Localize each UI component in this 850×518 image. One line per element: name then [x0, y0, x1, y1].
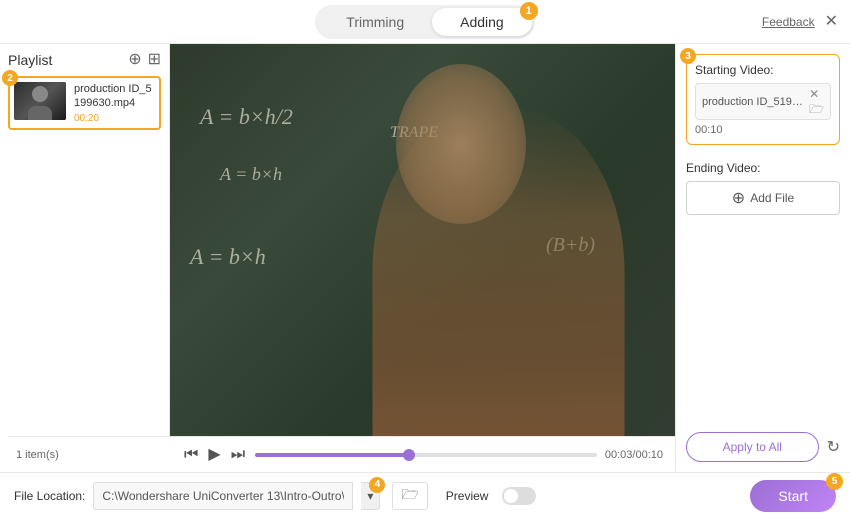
bottom-bar: File Location: ▾ 4 🗁 Preview Start 5: [0, 472, 850, 518]
file-location-input[interactable]: [93, 482, 353, 510]
starting-video-section: 3 Starting Video: production ID_5199630.…: [686, 54, 840, 145]
items-count-text: 1 item(s): [16, 449, 59, 461]
main-layout: Playlist ⊕ ⊞ production ID_5199630.mp4 0…: [0, 44, 850, 472]
plus-circle-icon: ⊕: [732, 188, 745, 208]
playlist-item-duration: 00:20: [74, 113, 155, 124]
chalk-formula-3: A = b×h: [190, 244, 266, 270]
apply-to-all-button[interactable]: Apply to All: [686, 432, 819, 462]
video-panel: A = b×h/2 A = b×h A = b×h TRAPE (B+b): [170, 44, 675, 472]
add-file-label: Add File: [750, 191, 794, 205]
playlist-item-info: production ID_5199630.mp4 00:20: [74, 82, 155, 124]
prev-frame-button[interactable]: ⏮: [182, 445, 200, 465]
starting-video-filename: production ID_5199630....: [702, 96, 805, 108]
video-frame: A = b×h/2 A = b×h A = b×h TRAPE (B+b): [170, 44, 675, 472]
starting-video-badge: 3: [680, 48, 696, 64]
playlist-badge: 2: [2, 70, 18, 86]
starting-video-file-row: production ID_5199630.... ✕ 🗁: [695, 83, 831, 120]
start-button[interactable]: Start 5: [750, 480, 836, 512]
file-location-label: File Location:: [14, 489, 85, 503]
feedback-link[interactable]: Feedback: [762, 15, 815, 29]
folder-starting-icon[interactable]: 🗁: [809, 103, 824, 115]
playlist-item-name: production ID_5199630.mp4: [74, 82, 155, 111]
right-panel: 3 Starting Video: production ID_5199630.…: [675, 44, 850, 472]
grid-add-icon[interactable]: ⊞: [148, 52, 161, 68]
playlist-thumbnail: [14, 82, 66, 120]
preview-toggle[interactable]: [502, 487, 536, 505]
items-count: 1 item(s): [8, 436, 170, 472]
ending-video-section: Ending Video: ⊕ Add File: [686, 155, 840, 221]
tab-trimming[interactable]: Trimming: [318, 8, 432, 36]
clear-starting-icon[interactable]: ✕: [809, 88, 824, 100]
starting-video-actions: ✕ 🗁: [809, 88, 824, 115]
progress-bar-container: ⏮ ▶ ⏭ 00:03/00:10: [170, 436, 675, 472]
next-frame-button[interactable]: ⏭: [229, 445, 247, 465]
starting-video-label: Starting Video:: [695, 63, 831, 77]
chalk-formula-2: A = b×h: [220, 164, 282, 185]
playlist-item-wrapper: production ID_5199630.mp4 00:20 2: [8, 76, 161, 130]
starting-video-time: 00:10: [695, 124, 831, 136]
preview-label: Preview: [446, 489, 489, 503]
apply-all-row: Apply to All ↻: [686, 432, 840, 462]
chalk-formula-1: A = b×h/2: [200, 104, 293, 130]
progress-track[interactable]: [255, 453, 597, 457]
browse-folder-button[interactable]: 🗁: [392, 482, 427, 510]
add-file-button[interactable]: ⊕ Add File: [686, 181, 840, 215]
play-button[interactable]: ▶: [206, 445, 222, 465]
playlist-panel: Playlist ⊕ ⊞ production ID_5199630.mp4 0…: [0, 44, 170, 472]
top-right: Feedback ✕: [762, 14, 838, 30]
play-controls: ⏮ ▶ ⏭: [182, 445, 247, 465]
add-circle-icon[interactable]: ⊕: [128, 52, 141, 68]
playlist-header: Playlist ⊕ ⊞: [8, 52, 161, 68]
time-display: 00:03/00:10: [605, 449, 663, 461]
progress-fill: [255, 453, 409, 457]
tabs-container: Trimming Adding 1: [315, 5, 534, 39]
dropdown-badge: 4: [369, 477, 385, 493]
tab-adding[interactable]: Adding 1: [432, 8, 532, 36]
ending-video-label: Ending Video:: [686, 161, 840, 175]
face-area: [396, 64, 526, 224]
playlist-item[interactable]: production ID_5199630.mp4 00:20: [8, 76, 161, 130]
start-badge: 5: [826, 473, 843, 490]
refresh-icon[interactable]: ↻: [827, 437, 840, 457]
close-button[interactable]: ✕: [825, 14, 838, 30]
progress-thumb[interactable]: [403, 449, 415, 461]
folder-icon: 🗁: [401, 486, 418, 502]
top-bar: Trimming Adding 1 Feedback ✕: [0, 0, 850, 44]
thumbnail-image: [14, 82, 66, 120]
tab-adding-badge: 1: [520, 2, 538, 20]
dropdown-button[interactable]: ▾ 4: [361, 482, 380, 510]
playlist-title: Playlist: [8, 52, 52, 68]
playlist-header-icons: ⊕ ⊞: [128, 52, 161, 68]
